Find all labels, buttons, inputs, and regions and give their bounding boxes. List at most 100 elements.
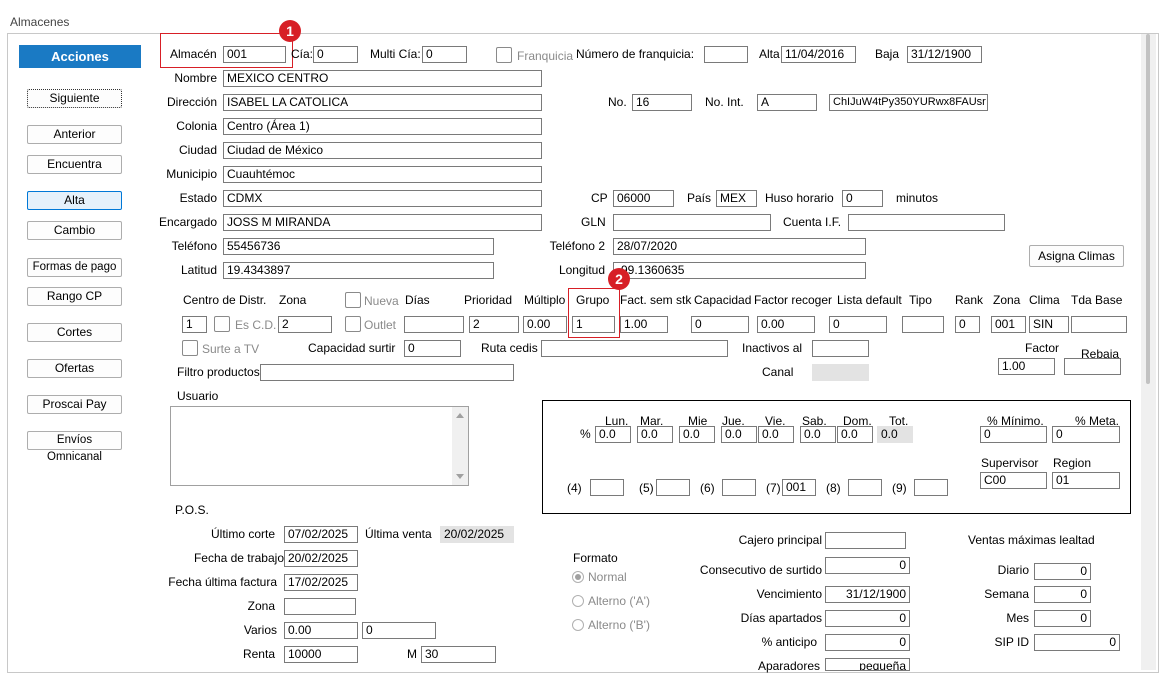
inactivos-al-input[interactable] bbox=[812, 340, 869, 357]
numero-interior-input[interactable]: A bbox=[757, 94, 817, 111]
formato-alterno-b-radio[interactable] bbox=[572, 619, 584, 631]
numero-input[interactable]: 16 bbox=[632, 94, 692, 111]
region-input[interactable]: 01 bbox=[1052, 472, 1120, 489]
telefono-input[interactable]: 55456736 bbox=[223, 238, 494, 255]
slot-5-input[interactable] bbox=[656, 479, 690, 496]
franquicia-checkbox[interactable] bbox=[496, 47, 512, 63]
encuentra-button[interactable]: Encuentra bbox=[27, 155, 122, 174]
es-cd-checkbox[interactable] bbox=[214, 316, 230, 332]
scrollbar-thumb[interactable] bbox=[1146, 34, 1150, 384]
anticipo-input[interactable]: 0 bbox=[825, 634, 910, 651]
factor-input[interactable]: 1.00 bbox=[998, 358, 1055, 375]
ultimo-corte-input[interactable]: 07/02/2025 bbox=[284, 526, 358, 543]
rank-input[interactable]: 0 bbox=[955, 316, 980, 333]
pais-input[interactable]: MEX bbox=[716, 190, 757, 207]
multiplo-input[interactable]: 0.00 bbox=[523, 316, 567, 333]
almacen-input[interactable]: 001 bbox=[223, 46, 286, 63]
nombre-input[interactable]: MEXICO CENTRO bbox=[223, 70, 542, 87]
huso-horario-input[interactable]: 0 bbox=[842, 190, 883, 207]
formato-alterno-a-radio[interactable] bbox=[572, 595, 584, 607]
pct-meta-input[interactable]: 0 bbox=[1052, 426, 1120, 443]
cp-input[interactable]: 06000 bbox=[613, 190, 674, 207]
fact-sem-stk-input[interactable]: 1.00 bbox=[620, 316, 668, 333]
fecha-ultima-factura-input[interactable]: 17/02/2025 bbox=[284, 574, 358, 591]
capacidad-input[interactable]: 0 bbox=[691, 316, 749, 333]
vencimiento-input[interactable]: 31/12/1900 bbox=[825, 586, 910, 603]
formas-de-pago-button[interactable]: Formas de pago bbox=[27, 258, 122, 277]
lista-default-input[interactable]: 0 bbox=[829, 316, 887, 333]
ciudad-input[interactable]: Ciudad de México bbox=[223, 142, 542, 159]
cajero-principal-input[interactable] bbox=[825, 532, 906, 549]
day-mar-input[interactable]: 0.0 bbox=[637, 426, 673, 443]
vertical-scrollbar[interactable] bbox=[1141, 34, 1156, 670]
asigna-climas-button[interactable]: Asigna Climas bbox=[1029, 245, 1124, 267]
zona2-input[interactable]: 001 bbox=[991, 316, 1026, 333]
renta-input[interactable]: 10000 bbox=[284, 646, 358, 663]
numero-franquicia-input[interactable] bbox=[704, 46, 748, 63]
multi-cia-input[interactable]: 0 bbox=[422, 46, 467, 63]
telefono2-input[interactable]: 28/07/2020 bbox=[613, 238, 866, 255]
m-input[interactable]: 30 bbox=[421, 646, 496, 663]
dias-apartados-input[interactable]: 0 bbox=[825, 610, 910, 627]
slot-8-input[interactable] bbox=[848, 479, 882, 496]
place-id-input[interactable]: ChIJuW4tPy350YURwx8FAUsr bbox=[829, 94, 988, 111]
tipo-input[interactable] bbox=[902, 316, 944, 333]
zona-input[interactable]: 2 bbox=[278, 316, 332, 333]
supervisor-input[interactable]: C00 bbox=[980, 472, 1047, 489]
cia-input[interactable]: 0 bbox=[313, 46, 358, 63]
semana-input[interactable]: 0 bbox=[1034, 586, 1091, 603]
day-lun-input[interactable]: 0.0 bbox=[595, 426, 631, 443]
estado-input[interactable]: CDMX bbox=[223, 190, 542, 207]
surte-tv-checkbox[interactable] bbox=[182, 340, 198, 356]
aparadores-input[interactable]: pequeña bbox=[825, 658, 910, 671]
factor-recoger-input[interactable]: 0.00 bbox=[757, 316, 815, 333]
day-mie-input[interactable]: 0.0 bbox=[679, 426, 715, 443]
envios-omnicanal-button[interactable]: Envíos Omnicanal bbox=[27, 431, 122, 463]
outlet-checkbox[interactable] bbox=[345, 316, 361, 332]
usuario-textarea[interactable] bbox=[170, 406, 469, 486]
grupo-input[interactable]: 1 bbox=[572, 316, 615, 333]
anterior-button[interactable]: Anterior bbox=[27, 125, 122, 144]
day-sab-input[interactable]: 0.0 bbox=[800, 426, 836, 443]
day-dom-input[interactable]: 0.0 bbox=[837, 426, 873, 443]
colonia-input[interactable]: Centro (Área 1) bbox=[223, 118, 542, 135]
longitud-input[interactable]: -99.1360635 bbox=[613, 262, 866, 279]
slot-4-input[interactable] bbox=[590, 479, 624, 496]
tda-base-input[interactable] bbox=[1071, 316, 1127, 333]
siguiente-button[interactable]: Siguiente bbox=[27, 89, 122, 108]
cambio-button[interactable]: Cambio bbox=[27, 221, 122, 240]
pct-minimo-input[interactable]: 0 bbox=[980, 426, 1047, 443]
clima-input[interactable]: SIN bbox=[1029, 316, 1069, 333]
day-jue-input[interactable]: 0.0 bbox=[721, 426, 757, 443]
centro-distr-input[interactable]: 1 bbox=[182, 316, 207, 333]
slot-6-input[interactable] bbox=[722, 479, 756, 496]
dias-input[interactable] bbox=[404, 316, 464, 333]
textarea-scrollbar[interactable] bbox=[452, 407, 468, 485]
baja-date-input[interactable]: 31/12/1900 bbox=[907, 46, 982, 63]
pos-zona-input[interactable] bbox=[284, 598, 356, 615]
formato-normal-radio[interactable] bbox=[572, 571, 584, 583]
filtro-productos-input[interactable] bbox=[260, 364, 514, 381]
rebaja-input[interactable] bbox=[1064, 358, 1121, 375]
sip-id-input[interactable]: 0 bbox=[1034, 634, 1120, 651]
varios-input-2[interactable]: 0 bbox=[362, 622, 436, 639]
encargado-input[interactable]: JOSS M MIRANDA bbox=[223, 214, 542, 231]
cuenta-if-input[interactable] bbox=[848, 214, 1005, 231]
canal-input[interactable] bbox=[812, 364, 869, 381]
alta-button[interactable]: Alta bbox=[27, 191, 122, 210]
consecutivo-surtido-input[interactable]: 0 bbox=[825, 557, 910, 574]
ofertas-button[interactable]: Ofertas bbox=[27, 359, 122, 378]
diario-input[interactable]: 0 bbox=[1034, 563, 1091, 580]
latitud-input[interactable]: 19.4343897 bbox=[223, 262, 494, 279]
prioridad-input[interactable]: 2 bbox=[469, 316, 519, 333]
slot-9-input[interactable] bbox=[914, 479, 948, 496]
fecha-trabajo-input[interactable]: 20/02/2025 bbox=[284, 550, 358, 567]
slot-7-input[interactable]: 001 bbox=[782, 479, 816, 496]
nueva-checkbox[interactable] bbox=[345, 292, 361, 308]
mes-input[interactable]: 0 bbox=[1034, 610, 1091, 627]
day-vie-input[interactable]: 0.0 bbox=[758, 426, 794, 443]
gln-input[interactable] bbox=[613, 214, 771, 231]
proscai-pay-button[interactable]: Proscai Pay bbox=[27, 395, 122, 414]
ruta-cedis-input[interactable] bbox=[541, 340, 728, 357]
capacidad-surtir-input[interactable]: 0 bbox=[404, 340, 461, 357]
